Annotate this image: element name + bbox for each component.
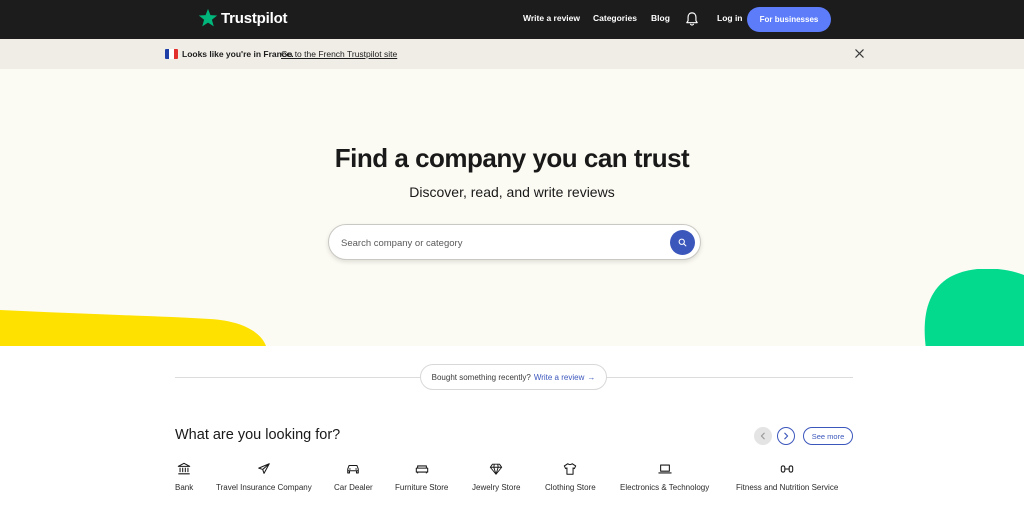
category-car-dealer[interactable]: Car Dealer <box>334 462 373 492</box>
nav-login-link[interactable]: Log in <box>717 13 743 23</box>
bell-icon[interactable] <box>685 11 699 27</box>
hero-section: Find a company you can trust Discover, r… <box>0 69 1024 346</box>
category-jewelry-store[interactable]: Jewelry Store <box>472 462 520 492</box>
write-review-prompt: Bought something recently? Write a revie… <box>420 364 607 390</box>
french-site-link[interactable]: Go to the French Trustpilot site <box>281 49 397 59</box>
arrow-right-icon[interactable]: → <box>587 373 595 382</box>
categories-heading: What are you looking for? <box>175 427 341 443</box>
diamond-icon <box>490 463 503 475</box>
airplane-icon <box>258 463 270 474</box>
top-navigation: Trustpilot Write a review Categories Blo… <box>0 0 1024 39</box>
sofa-icon <box>415 465 428 474</box>
write-review-link[interactable]: Write a review <box>534 373 585 382</box>
for-businesses-button[interactable]: For businesses <box>747 7 831 32</box>
search-bar <box>328 224 701 260</box>
france-flag-icon <box>165 49 178 59</box>
next-button[interactable] <box>777 427 795 445</box>
category-label: Car Dealer <box>334 483 373 492</box>
category-label: Clothing Store <box>545 483 596 492</box>
search-input[interactable] <box>341 234 661 252</box>
hero-subtitle: Discover, read, and write reviews <box>409 184 615 200</box>
category-label: Travel Insurance Company <box>216 483 312 492</box>
nav-categories-link[interactable]: Categories <box>593 13 637 23</box>
nav-write-review-link[interactable]: Write a review <box>523 13 580 23</box>
category-label: Fitness and Nutrition Service <box>736 483 839 492</box>
bank-icon <box>177 462 191 475</box>
yellow-blob-decoration <box>0 310 266 346</box>
car-icon <box>347 464 360 474</box>
hero-title: Find a company you can trust <box>334 143 690 173</box>
banner-message: Looks like you're in France. <box>182 49 294 59</box>
star-icon <box>198 8 218 27</box>
category-label: Bank <box>175 483 194 492</box>
category-electronics-technology[interactable]: Electronics & Technology <box>620 462 709 492</box>
search-icon <box>678 238 687 247</box>
category-furniture-store[interactable]: Furniture Store <box>395 462 448 492</box>
dumbbell-icon <box>780 465 794 473</box>
category-bank[interactable]: Bank <box>175 462 193 492</box>
close-icon[interactable] <box>854 48 865 59</box>
trustpilot-logo[interactable]: Trustpilot <box>198 8 288 28</box>
category-clothing-store[interactable]: Clothing Store <box>545 462 596 492</box>
see-more-button[interactable]: See more <box>803 427 853 445</box>
previous-button[interactable] <box>754 427 772 445</box>
search-button[interactable] <box>670 230 695 255</box>
logo-text: Trustpilot <box>221 9 288 27</box>
green-blob-decoration <box>924 269 1024 346</box>
category-label: Jewelry Store <box>472 483 521 492</box>
category-fitness-nutrition[interactable]: Fitness and Nutrition Service <box>736 462 838 492</box>
tshirt-icon <box>564 463 577 475</box>
category-label: Furniture Store <box>395 483 449 492</box>
prompt-text: Bought something recently? <box>431 372 531 382</box>
laptop-icon <box>657 464 672 474</box>
chevron-right-icon <box>784 432 789 440</box>
nav-blog-link[interactable]: Blog <box>651 13 670 23</box>
category-label: Electronics & Technology <box>620 483 710 492</box>
locale-banner: Looks like you're in France. Go to the F… <box>0 39 1024 69</box>
category-travel-insurance[interactable]: Travel Insurance Company <box>216 462 312 492</box>
chevron-left-icon <box>760 432 765 440</box>
